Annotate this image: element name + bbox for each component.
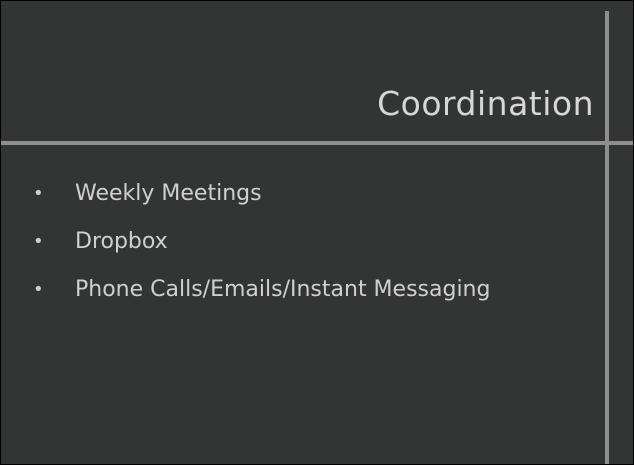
bullet-item: • Dropbox <box>33 217 490 265</box>
slide-title: Coordination <box>377 84 594 123</box>
horizontal-accent-line <box>1 141 633 145</box>
bullet-text: Phone Calls/Emails/Instant Messaging <box>75 276 491 302</box>
bullet-item: • Phone Calls/Emails/Instant Messaging <box>33 265 490 313</box>
bullet-dot-icon: • <box>33 230 44 252</box>
vertical-accent-line <box>605 11 609 464</box>
slide: Coordination • Weekly Meetings • Dropbox… <box>0 0 634 465</box>
bullet-text: Weekly Meetings <box>75 180 262 206</box>
bullet-dot-icon: • <box>33 278 44 300</box>
bullet-text: Dropbox <box>75 228 168 254</box>
bullet-list: • Weekly Meetings • Dropbox • Phone Call… <box>33 169 490 313</box>
bullet-item: • Weekly Meetings <box>33 169 490 217</box>
bullet-dot-icon: • <box>33 182 44 204</box>
